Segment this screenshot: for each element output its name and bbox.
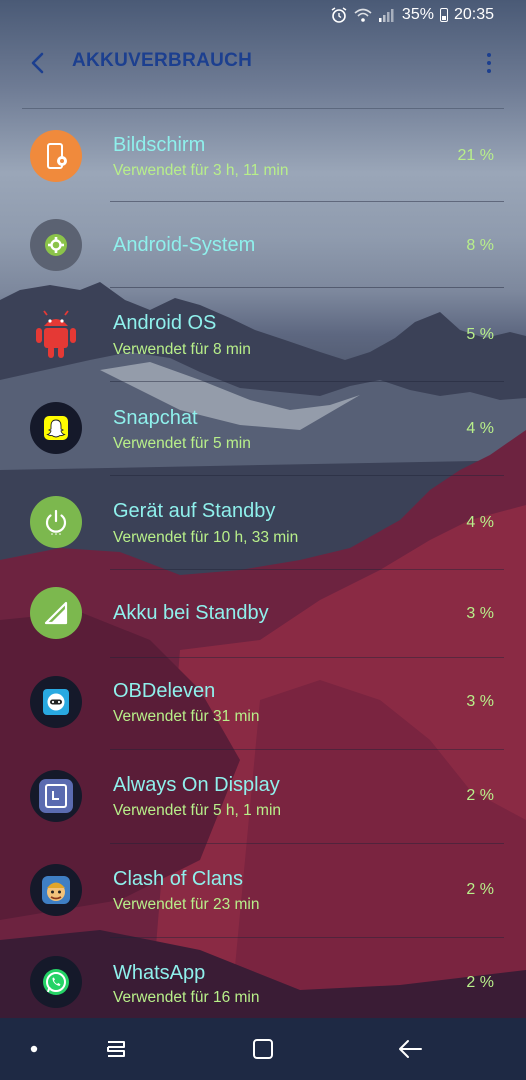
item-percent: 2 % bbox=[466, 974, 494, 991]
wifi-icon bbox=[354, 7, 372, 23]
whatsapp-icon bbox=[30, 956, 82, 1008]
alarm-icon bbox=[330, 7, 348, 23]
item-usage: Verwendet für 5 min bbox=[113, 435, 251, 452]
item-percent: 2 % bbox=[466, 787, 494, 804]
item-usage: Verwendet für 31 min bbox=[113, 708, 260, 725]
recent-apps-icon bbox=[107, 1041, 125, 1057]
item-percent: 3 % bbox=[466, 693, 494, 710]
item-percent: 21 % bbox=[457, 147, 494, 164]
obdeleven-icon bbox=[30, 676, 82, 728]
item-label: Android-System bbox=[113, 234, 256, 256]
clash-of-clans-icon bbox=[30, 864, 82, 916]
item-percent: 2 % bbox=[466, 881, 494, 898]
list-item-android-os[interactable]: Android OS Verwendet für 8 min 5 % bbox=[0, 288, 526, 382]
back-button[interactable] bbox=[20, 46, 54, 80]
power-standby-icon bbox=[30, 496, 82, 548]
item-label: Always On Display bbox=[113, 774, 280, 796]
android-system-gear-icon bbox=[30, 219, 82, 271]
home-button[interactable] bbox=[248, 1036, 278, 1062]
list-item-clash-of-clans[interactable]: Clash of Clans Verwendet für 23 min 2 % bbox=[0, 844, 526, 938]
item-label: WhatsApp bbox=[113, 962, 206, 984]
item-percent: 3 % bbox=[466, 605, 494, 622]
chevron-left-icon bbox=[31, 52, 44, 74]
item-usage: Verwendet für 5 h, 1 min bbox=[113, 802, 282, 819]
navigation-bar bbox=[0, 1018, 526, 1080]
screen-settings-icon bbox=[30, 130, 82, 182]
dot-icon bbox=[30, 1045, 38, 1053]
item-percent: 8 % bbox=[466, 237, 494, 254]
list-item-always-on-display[interactable]: Always On Display Verwendet für 5 h, 1 m… bbox=[0, 750, 526, 844]
item-label: Akku bei Standby bbox=[113, 602, 269, 624]
item-usage: Verwendet für 16 min bbox=[113, 989, 260, 1006]
page-title: AKKUVERBRAUCH bbox=[72, 50, 253, 71]
item-label: Android OS bbox=[113, 312, 217, 334]
more-options-button[interactable] bbox=[476, 46, 502, 80]
list-item-geraet-auf-standby[interactable]: Gerät auf Standby Verwendet für 10 h, 33… bbox=[0, 476, 526, 570]
snapchat-ghost-icon bbox=[30, 402, 82, 454]
status-bar: 35% 20:35 bbox=[0, 0, 526, 32]
recent-apps-button[interactable] bbox=[100, 1036, 132, 1062]
item-label: Bildschirm bbox=[113, 134, 206, 156]
signal-standby-icon bbox=[30, 587, 82, 639]
more-vert-icon bbox=[487, 53, 491, 57]
item-usage: Verwendet für 8 min bbox=[113, 341, 251, 358]
list-item-android-system[interactable]: Android-System 8 % bbox=[0, 202, 526, 288]
item-usage: Verwendet für 23 min bbox=[113, 896, 260, 913]
item-label: OBDeleven bbox=[113, 680, 216, 702]
list-item-bildschirm[interactable]: Bildschirm Verwendet für 3 h, 11 min 21 … bbox=[0, 110, 526, 202]
list-item-whatsapp[interactable]: WhatsApp Verwendet für 16 min 2 % bbox=[0, 938, 526, 1018]
item-label: Snapchat bbox=[113, 407, 198, 429]
item-percent: 4 % bbox=[466, 514, 494, 531]
android-robot-icon bbox=[30, 308, 82, 360]
list-item-obdeleven[interactable]: OBDeleven Verwendet für 31 min 3 % bbox=[0, 658, 526, 750]
signal-icon bbox=[378, 7, 396, 23]
item-label: Gerät auf Standby bbox=[113, 500, 276, 522]
divider bbox=[22, 108, 504, 109]
home-square-icon bbox=[253, 1039, 273, 1059]
nav-dot-button[interactable] bbox=[24, 1036, 44, 1062]
back-nav-button[interactable] bbox=[394, 1036, 426, 1062]
item-usage: Verwendet für 3 h, 11 min bbox=[113, 162, 289, 179]
item-percent: 4 % bbox=[466, 420, 494, 437]
battery-icon bbox=[439, 8, 448, 22]
item-label: Clash of Clans bbox=[113, 868, 244, 890]
item-usage: Verwendet für 10 h, 33 min bbox=[113, 529, 299, 546]
back-arrow-icon bbox=[399, 1040, 422, 1058]
battery-percent: 35% bbox=[401, 6, 434, 23]
item-percent: 5 % bbox=[466, 326, 494, 343]
list-item-snapchat[interactable]: Snapchat Verwendet für 5 min 4 % bbox=[0, 382, 526, 476]
app-bar: AKKUVERBRAUCH bbox=[0, 32, 526, 94]
always-on-display-icon bbox=[30, 770, 82, 822]
list-item-akku-bei-standby[interactable]: Akku bei Standby 3 % bbox=[0, 570, 526, 658]
clock: 20:35 bbox=[453, 6, 494, 23]
